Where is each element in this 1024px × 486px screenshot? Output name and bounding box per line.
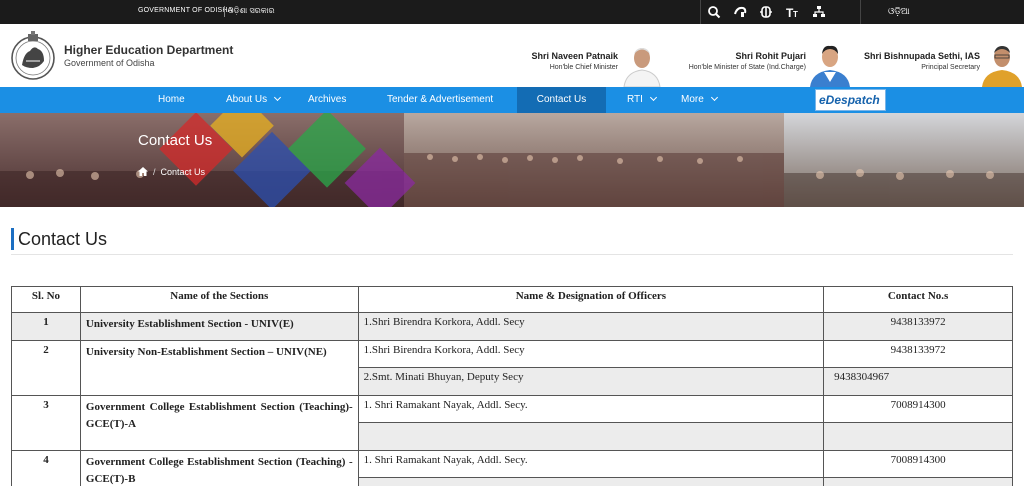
nav-rti[interactable]: RTI xyxy=(627,87,657,113)
minister-photo xyxy=(810,45,850,87)
minister-name: Shri Rohit Pujari xyxy=(735,51,806,61)
row-officer-empty xyxy=(357,477,825,486)
search-icon[interactable] xyxy=(707,5,721,19)
chevron-down-icon xyxy=(274,93,282,102)
chief-minister-name: Shri Naveen Patnaik xyxy=(531,51,618,61)
screen-reader-icon[interactable] xyxy=(733,5,747,19)
table-row: 4 Government College Establishment Secti… xyxy=(11,450,1013,486)
top-divider xyxy=(700,0,701,24)
column-header-contact: Contact No.s xyxy=(823,286,1013,313)
row-section-name: University Non-Establishment Section – U… xyxy=(79,340,359,396)
banner-collage-image xyxy=(0,113,1024,207)
row-contact-number[interactable]: 7008914300 xyxy=(823,450,1013,478)
top-divider xyxy=(860,0,861,24)
page-banner xyxy=(0,113,1024,207)
language-toggle[interactable]: ଓଡ଼ିଆ xyxy=(888,6,910,17)
row-sl-no: 1 xyxy=(11,312,81,341)
table-row: 1 University Establishment Section - UNI… xyxy=(11,312,1013,341)
banner-title: Contact Us xyxy=(138,132,213,149)
nav-tender-advertisement[interactable]: Tender & Advertisement xyxy=(387,87,493,113)
site-header: Higher Education Department Government o… xyxy=(0,24,1024,87)
chief-minister-role: Hon'ble Chief Minister xyxy=(549,64,618,71)
contrast-icon[interactable] xyxy=(759,5,773,19)
row-officer: 1.Shri Birendra Korkora, Addl. Secy xyxy=(357,340,825,368)
column-header-sections: Name of the Sections xyxy=(79,286,359,313)
row-contact-number[interactable]: 9438133972 xyxy=(823,312,1013,341)
nav-about-us[interactable]: About Us xyxy=(226,87,282,113)
row-contact-number[interactable]: 9438133972 xyxy=(823,340,1013,368)
minister-role: Hon'ble Minister of State (Ind.Charge) xyxy=(688,64,806,71)
row-officer-empty xyxy=(357,422,825,451)
chevron-down-icon xyxy=(710,93,718,102)
table-row: 3 Government College Establishment Secti… xyxy=(11,395,1013,451)
table-header-row: Sl. No Name of the Sections Name & Desig… xyxy=(11,286,1013,313)
row-contact-number[interactable]: 7008914300 xyxy=(823,395,1013,423)
row-contact-number[interactable]: 9438304967 xyxy=(823,367,1013,396)
nav-home[interactable]: Home xyxy=(158,87,185,113)
page-title: Contact Us xyxy=(11,228,107,250)
row-contact-empty xyxy=(823,422,1013,451)
nav-more[interactable]: More xyxy=(681,87,718,113)
main-navigation: Home About Us Archives Tender & Advertis… xyxy=(0,87,1024,113)
sitemap-icon[interactable] xyxy=(812,5,826,19)
row-section-name: Government College Establishment Section… xyxy=(79,395,359,451)
row-section-name: University Establishment Section - UNIV(… xyxy=(79,312,359,341)
table-row: 2 University Non-Establishment Section –… xyxy=(11,340,1013,396)
edespatch-label: eDespatch xyxy=(819,93,880,107)
chief-minister-photo xyxy=(623,48,661,87)
department-subtitle: Government of Odisha xyxy=(64,58,155,68)
top-utility-bar: GOVERNMENT OF ODISHA ଓଡ଼ିଶା ସରକାର T T ଓଡ… xyxy=(0,0,1024,24)
home-icon[interactable] xyxy=(138,167,148,176)
government-label-odia[interactable]: ଓଡ଼ିଶା ସରକାର xyxy=(228,6,275,16)
principal-secretary-role: Principal Secretary xyxy=(921,64,980,71)
row-sl-no: 3 xyxy=(11,395,81,451)
nav-rti-label: RTI xyxy=(627,94,643,105)
edespatch-button[interactable]: eDespatch xyxy=(815,89,886,111)
nav-about-us-label: About Us xyxy=(226,94,268,105)
row-section-name: Government College Establishment Section… xyxy=(79,450,359,486)
breadcrumb: / Contact Us xyxy=(138,167,205,177)
nav-archives[interactable]: Archives xyxy=(308,87,346,113)
top-separator xyxy=(224,6,225,17)
principal-secretary-name: Shri Bishnupada Sethi, IAS xyxy=(863,51,980,61)
chevron-down-icon xyxy=(649,93,657,102)
column-header-officers: Name & Designation of Officers xyxy=(357,286,825,313)
svg-text:T: T xyxy=(793,10,798,19)
department-title[interactable]: Higher Education Department xyxy=(64,43,233,57)
row-sl-no: 4 xyxy=(11,450,81,486)
row-officer: 1. Shri Ramakant Nayak, Addl. Secy. xyxy=(357,450,825,478)
row-sl-no: 2 xyxy=(11,340,81,396)
principal-secretary-photo xyxy=(982,46,1022,87)
row-officer: 1.Shri Birendra Korkora, Addl. Secy xyxy=(357,312,825,341)
nav-contact-us[interactable]: Contact Us xyxy=(517,87,606,113)
contact-table: Sl. No Name of the Sections Name & Desig… xyxy=(11,286,1013,486)
row-officer: 1. Shri Ramakant Nayak, Addl. Secy. xyxy=(357,395,825,423)
breadcrumb-current: Contact Us xyxy=(160,167,206,177)
odisha-emblem-logo[interactable] xyxy=(10,31,56,81)
breadcrumb-separator: / xyxy=(153,167,156,177)
government-label[interactable]: GOVERNMENT OF ODISHA xyxy=(138,7,233,14)
row-contact-empty xyxy=(823,477,1013,486)
row-officer: 2.Smt. Minati Bhuyan, Deputy Secy xyxy=(357,367,825,396)
text-size-icon[interactable]: T T xyxy=(786,5,800,19)
column-header-sl-no: Sl. No xyxy=(11,286,81,313)
heading-divider xyxy=(11,254,1013,255)
nav-more-label: More xyxy=(681,94,704,105)
